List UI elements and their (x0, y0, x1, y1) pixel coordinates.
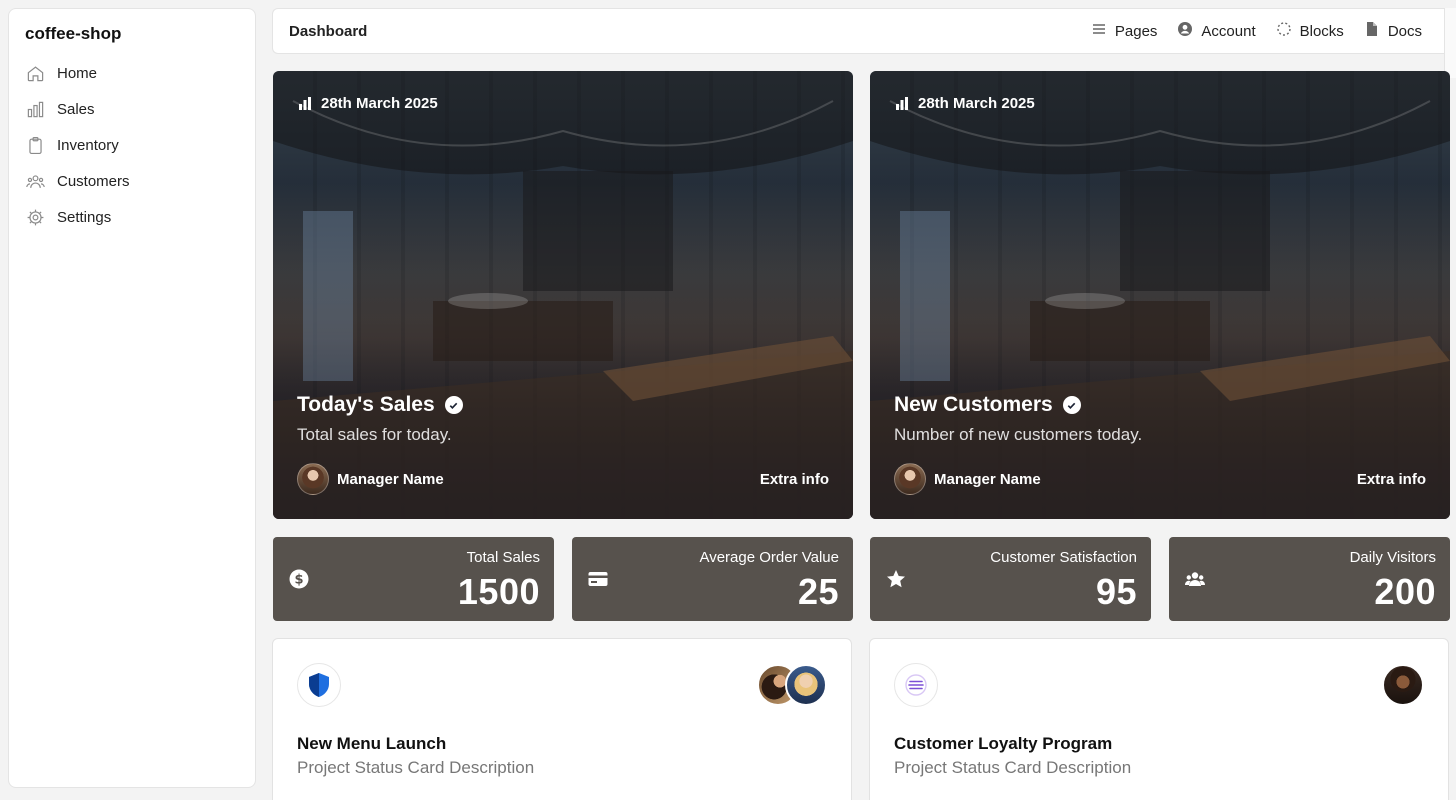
sidebar-item-label: Customers (57, 172, 130, 190)
stat-value: 95 (1095, 571, 1137, 612)
stat-card-average-order-value[interactable]: Average Order Value 25 (572, 537, 853, 621)
sidebar-item-sales[interactable]: Sales (25, 91, 239, 127)
project-card-customer-loyalty[interactable]: Customer Loyalty Program Project Status … (869, 638, 1449, 800)
avatar[interactable] (785, 664, 827, 706)
top-navigation: Pages Account Blocks Docs (1091, 21, 1440, 41)
nav-account[interactable]: Account (1177, 21, 1256, 41)
extra-info-link[interactable]: Extra info (1357, 471, 1426, 488)
stat-label: Average Order Value (699, 549, 839, 566)
project-description: Project Status Card Description (894, 758, 1132, 777)
stat-card-daily-visitors[interactable]: Daily Visitors 200 (1169, 537, 1450, 621)
stat-label: Daily Visitors (1349, 549, 1436, 566)
cafe-scene-illustration (870, 71, 1450, 519)
sidebar-item-settings[interactable]: Settings (25, 199, 239, 235)
stat-value: 25 (797, 571, 839, 612)
dollar-circle-icon: $ (289, 569, 309, 589)
cafe-scene-illustration (273, 71, 853, 519)
hero-card-customers[interactable]: 28th March 2025 New Customers Number of … (870, 71, 1450, 519)
manager-name: Manager Name (337, 470, 444, 488)
nav-pages[interactable]: Pages (1091, 21, 1158, 41)
project-description: Project Status Card Description (297, 758, 535, 777)
hero-date: 28th March 2025 (297, 95, 438, 112)
home-icon (25, 63, 45, 83)
stat-value: 200 (1374, 571, 1436, 612)
bar-chart-icon (299, 96, 311, 110)
hero-title: Today's Sales (297, 393, 463, 417)
stat-value: 1500 (457, 571, 540, 612)
hero-title-text: Today's Sales (297, 393, 435, 416)
nav-label: Account (1201, 22, 1256, 40)
hero-card-sales[interactable]: 28th March 2025 Today's Sales Total sale… (273, 71, 853, 519)
project-card-new-menu-launch[interactable]: New Menu Launch Project Status Card Desc… (272, 638, 852, 800)
hero-subtitle: Number of new customers today. (894, 425, 1143, 444)
scrollbar[interactable] (1444, 8, 1456, 78)
coin-stack-icon (905, 674, 927, 696)
nav-label: Docs (1387, 22, 1422, 40)
users-icon (1185, 569, 1205, 589)
nav-label: Pages (1114, 22, 1158, 40)
bar-chart-icon (896, 96, 908, 110)
user-circle-icon (1177, 21, 1193, 41)
manager-avatar (297, 463, 329, 495)
project-title: Customer Loyalty Program (894, 734, 1113, 753)
sidebar: coffee-shop Home Sales Inventory Custome… (8, 8, 256, 788)
page-title: Dashboard (289, 22, 368, 40)
project-logo (297, 663, 341, 707)
topbar: Dashboard Pages Account Blocks Docs (272, 8, 1456, 54)
hero-title-text: New Customers (894, 393, 1053, 416)
manager-avatar (894, 463, 926, 495)
stat-card-total-sales[interactable]: $ Total Sales 1500 (273, 537, 554, 621)
app-brand[interactable]: coffee-shop (25, 23, 239, 45)
sidebar-item-label: Home (57, 64, 98, 82)
hero-footer: Manager Name Extra info (894, 463, 1426, 495)
sidebar-item-label: Inventory (57, 136, 119, 154)
stat-label: Customer Satisfaction (990, 549, 1137, 566)
gear-icon (25, 207, 45, 227)
project-title: New Menu Launch (297, 734, 447, 753)
avatar[interactable] (1382, 664, 1424, 706)
sidebar-item-inventory[interactable]: Inventory (25, 127, 239, 163)
hero-subtitle: Total sales for today. (297, 425, 452, 444)
list-icon (1091, 21, 1107, 41)
team-avatars (757, 664, 827, 706)
team-avatars (1382, 664, 1424, 706)
sidebar-item-label: Settings (57, 208, 112, 226)
hero-title: New Customers (894, 393, 1081, 417)
nav-label: Blocks (1299, 22, 1344, 40)
sidebar-item-home[interactable]: Home (25, 55, 239, 91)
hero-date-text: 28th March 2025 (321, 95, 438, 112)
manager-name: Manager Name (934, 470, 1041, 488)
shield-icon (309, 673, 329, 697)
project-logo (894, 663, 938, 707)
nav-docs[interactable]: Docs (1364, 21, 1422, 41)
hero-footer: Manager Name Extra info (297, 463, 829, 495)
sidebar-item-label: Sales (57, 100, 95, 118)
stat-card-customer-satisfaction[interactable]: Customer Satisfaction 95 (870, 537, 1151, 621)
bar-chart-icon (25, 99, 45, 119)
dotted-circle-icon (1276, 21, 1292, 41)
svg-text:$: $ (294, 573, 303, 588)
star-icon (886, 569, 906, 589)
users-icon (25, 171, 45, 191)
clipboard-icon (25, 135, 45, 155)
credit-card-icon (588, 569, 608, 589)
extra-info-link[interactable]: Extra info (760, 471, 829, 488)
nav-blocks[interactable]: Blocks (1276, 21, 1344, 41)
verified-check-icon (444, 396, 463, 414)
stat-label: Total Sales (466, 549, 540, 566)
hero-date-text: 28th March 2025 (918, 95, 1035, 112)
hero-date: 28th March 2025 (894, 95, 1035, 112)
document-icon (1364, 21, 1380, 41)
verified-check-icon (1062, 396, 1081, 414)
sidebar-item-customers[interactable]: Customers (25, 163, 239, 199)
